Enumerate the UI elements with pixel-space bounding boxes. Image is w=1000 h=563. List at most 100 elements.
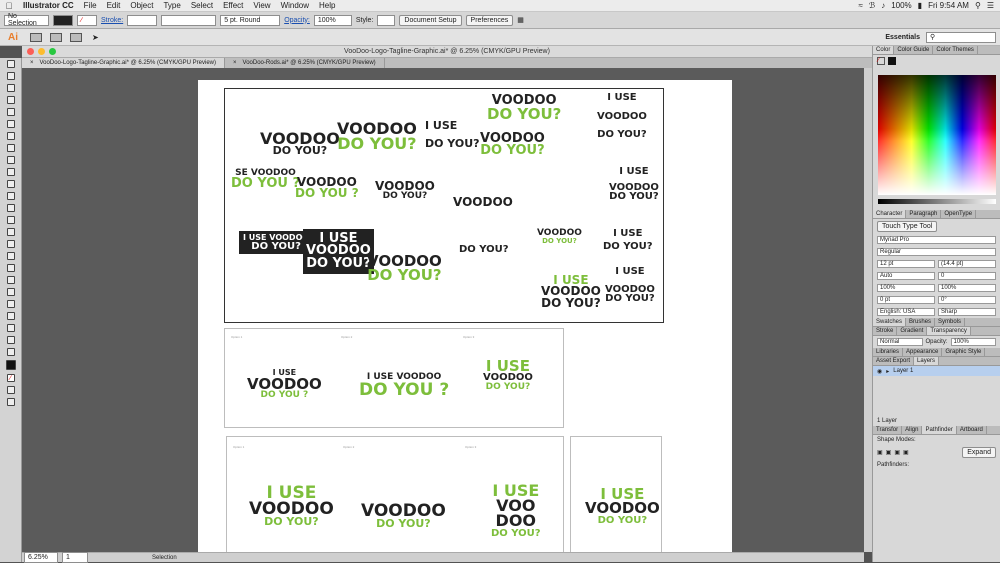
touch-type-button[interactable]: Touch Type Tool: [877, 221, 938, 232]
tab-swatches[interactable]: Swatches: [873, 318, 907, 326]
layer-row[interactable]: ◉ ▸ Layer 1: [873, 366, 1000, 376]
intersect-icon[interactable]: ▣: [894, 449, 900, 456]
tab-transform[interactable]: Transfor: [873, 426, 903, 434]
expand-button[interactable]: Expand: [962, 447, 996, 458]
fill-swatch[interactable]: [53, 14, 73, 26]
shape-builder-icon[interactable]: [6, 216, 15, 224]
tab-graphic-styles[interactable]: Graphic Style: [942, 348, 986, 356]
logo-text-only-1[interactable]: I USE VOODOO DO YOU?: [597, 93, 647, 140]
logo-dark-stack[interactable]: I USE VOODOO DO YOU?: [303, 229, 374, 275]
exclude-icon[interactable]: ▣: [903, 449, 909, 456]
row2-logo-1[interactable]: I USE VOODOO DO YOU ?: [247, 369, 322, 399]
tab-brushes[interactable]: Brushes: [906, 318, 936, 326]
search-icon[interactable]: ⚲: [975, 1, 981, 10]
artboard-navigator[interactable]: 1: [62, 552, 88, 563]
menu-app[interactable]: Illustrator CC: [18, 1, 79, 10]
row2-frame[interactable]: Option 1 Option 2 Option 3 I USE VOODOO DO…: [224, 328, 564, 428]
close-tab-icon[interactable]: ×: [30, 60, 34, 66]
stroke-color-icon[interactable]: ∕: [6, 374, 15, 382]
tab-paragraph[interactable]: Paragraph: [906, 210, 942, 218]
font-size-field[interactable]: 12 pt: [877, 260, 935, 268]
vertical-scrollbar[interactable]: [864, 68, 872, 552]
canvas[interactable]: VOODOO DO YOU? VOODOO DO YOU? I USE DO YOU?…: [22, 68, 864, 552]
row3-logo-3[interactable]: I USE VOO DOO DO YOU?: [491, 482, 541, 538]
row3-logo-1[interactable]: I USE VOODOO DO YOU?: [249, 484, 334, 528]
pen-tool-icon[interactable]: [6, 84, 15, 92]
visibility-eye-icon[interactable]: ◉: [877, 368, 882, 375]
transparency-opacity-field[interactable]: 100%: [950, 338, 997, 346]
brush-dropdown[interactable]: 5 pt. Round: [220, 14, 281, 26]
type-tool-icon[interactable]: [6, 96, 15, 104]
scale-tool-icon[interactable]: [6, 180, 15, 188]
logo-voodoo-doyou-green[interactable]: VOODOO DO YOU?: [487, 94, 561, 122]
free-transform-icon[interactable]: [6, 204, 15, 212]
graph-tool-icon[interactable]: [6, 300, 15, 308]
tab-symbols[interactable]: Symbols: [935, 318, 966, 326]
font-style-field[interactable]: Regular: [877, 248, 996, 256]
paintbrush-tool-icon[interactable]: [6, 132, 15, 140]
tab-align[interactable]: Align: [902, 426, 923, 434]
width-tool-icon[interactable]: [6, 192, 15, 200]
symbol-sprayer-icon[interactable]: [6, 288, 15, 296]
logo-do-you[interactable]: DO YOU?: [459, 245, 509, 255]
logo-se-voodoo[interactable]: SE VOODOO DO YOU ?: [231, 169, 300, 190]
tab-artboards[interactable]: Artboard: [957, 426, 987, 434]
vertical-scale-field[interactable]: 100%: [877, 284, 935, 292]
tab-color[interactable]: Color: [873, 46, 895, 54]
leading-field[interactable]: (14.4 pt): [938, 260, 996, 268]
arrange-documents-icon[interactable]: [70, 32, 82, 42]
tab-color-guide[interactable]: Color Guide: [894, 46, 934, 54]
language-field[interactable]: English: USA: [877, 308, 935, 316]
fill-color-icon[interactable]: [5, 360, 16, 370]
tab-pathfinder[interactable]: Pathfinder: [922, 426, 957, 434]
rectangle-tool-icon[interactable]: [6, 120, 15, 128]
clock[interactable]: Fri 9:54 AM: [928, 1, 969, 10]
baseline-shift-field[interactable]: 0 pt: [877, 296, 935, 304]
tab-stroke[interactable]: Stroke: [873, 327, 898, 335]
menu-file[interactable]: File: [79, 1, 102, 10]
character-rotation-field[interactable]: 0°: [938, 296, 996, 304]
volume-icon[interactable]: ♪: [881, 1, 885, 10]
eyedropper-icon[interactable]: [6, 264, 15, 272]
row2-logo-2[interactable]: I USE VOODOO DO YOU ?: [359, 373, 449, 398]
logo-voodoo-3[interactable]: VOODOO DO YOU ?: [295, 176, 359, 200]
stroke-swatch[interactable]: ∕: [77, 14, 97, 26]
menu-window[interactable]: Window: [276, 1, 314, 10]
zoom-field[interactable]: 6.25%: [24, 552, 58, 563]
row3-extra-frame[interactable]: I USE VOODOO DO YOU?: [570, 436, 662, 552]
font-family-field[interactable]: Myriad Pro: [877, 236, 996, 244]
layer-name[interactable]: Layer 1: [893, 368, 913, 374]
perspective-grid-icon[interactable]: [6, 228, 15, 236]
artboard-tool-icon[interactable]: [6, 312, 15, 320]
slice-tool-icon[interactable]: [6, 324, 15, 332]
stroke-label[interactable]: Stroke:: [101, 17, 123, 24]
grayscale-ramp[interactable]: [877, 199, 996, 204]
logo-voodoo-5[interactable]: VOODOO: [453, 196, 513, 208]
hand-tool-icon[interactable]: [6, 336, 15, 344]
style-dropdown[interactable]: [377, 14, 396, 26]
logo-i-use-do-you[interactable]: I USE DO YOU?: [425, 120, 480, 150]
logo-voodoo-6[interactable]: VOODOO DO YOU?: [537, 229, 582, 244]
arrange-icon[interactable]: ▦: [517, 16, 524, 24]
menu-edit[interactable]: Edit: [102, 1, 126, 10]
close-window-button[interactable]: [27, 48, 34, 55]
tab-transparency[interactable]: Transparency: [927, 327, 971, 335]
tab-character[interactable]: Character: [873, 210, 907, 218]
logo-options-frame[interactable]: VOODOO DO YOU? VOODOO DO YOU? I USE DO YOU?…: [224, 88, 664, 323]
tab-rods[interactable]: × VooDoo-Rods.ai* @ 6.25% (CMYK/GPU Previ…: [225, 58, 385, 68]
logo-text-only-3[interactable]: I USE DO YOU?: [603, 229, 653, 251]
list-icon[interactable]: ☰: [987, 1, 994, 10]
tab-appearance[interactable]: Appearance: [903, 348, 943, 356]
row3-logo-2[interactable]: VOODOO DO YOU?: [361, 502, 446, 530]
magic-wand-icon[interactable]: [6, 72, 15, 80]
tracking-field[interactable]: 0: [938, 272, 996, 280]
current-tool-status[interactable]: Selection: [152, 555, 177, 561]
menu-effect[interactable]: Effect: [218, 1, 248, 10]
screen-mode-icon[interactable]: [6, 398, 15, 406]
logo-voodoo-2[interactable]: VOODOO DO YOU?: [337, 120, 417, 151]
drawing-modes-icon[interactable]: [6, 386, 15, 394]
logo-voodoo-4[interactable]: VOODOO DO YOU?: [375, 180, 435, 201]
tab-asset-export[interactable]: Asset Export: [873, 357, 915, 365]
stock-icon[interactable]: [50, 32, 62, 42]
close-tab-icon[interactable]: ×: [233, 60, 237, 66]
